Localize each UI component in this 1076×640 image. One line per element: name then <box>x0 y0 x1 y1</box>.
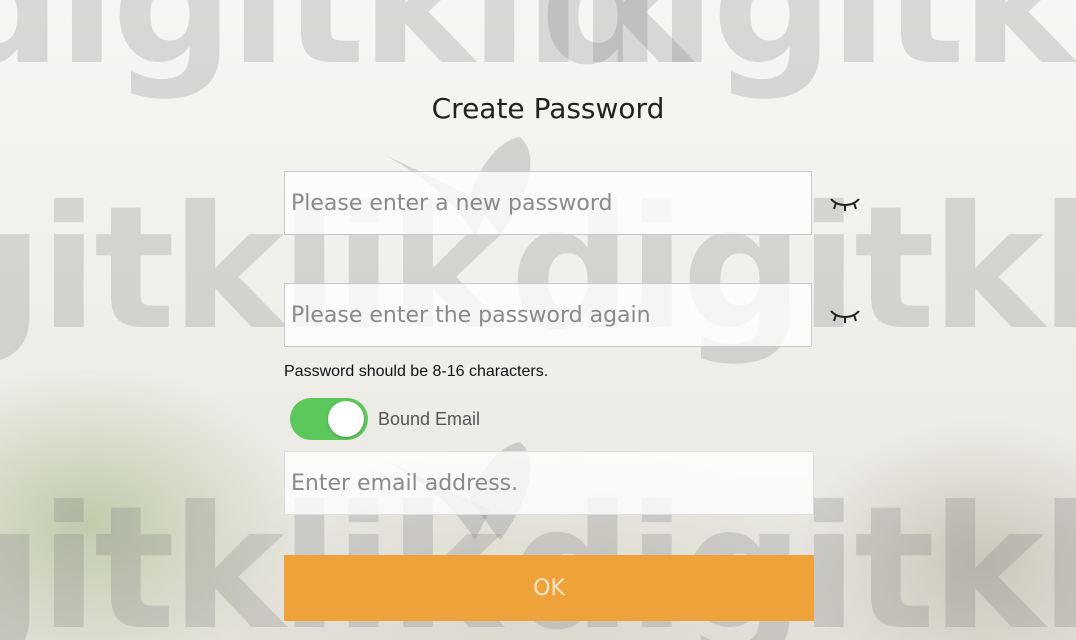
bound-email-toggle[interactable] <box>290 398 368 440</box>
confirm-password-input[interactable] <box>284 283 812 347</box>
confirm-password-row <box>284 283 862 347</box>
dialog-title: Create Password <box>431 92 665 125</box>
watermark-text: digitklik <box>540 0 1076 103</box>
new-password-row <box>284 171 862 235</box>
bound-email-label: Bound Email <box>378 408 481 429</box>
eye-closed-icon[interactable] <box>828 191 862 215</box>
watermark-text: digitklik <box>0 0 692 103</box>
ok-button[interactable]: OK <box>284 555 814 621</box>
bound-email-row: Bound Email <box>290 398 480 440</box>
new-password-input[interactable] <box>284 171 812 235</box>
eye-closed-icon[interactable] <box>828 303 862 327</box>
email-input[interactable] <box>284 451 814 515</box>
email-row <box>284 451 814 515</box>
toggle-knob <box>328 401 364 437</box>
password-hint: Password should be 8-16 characters. <box>284 363 549 380</box>
